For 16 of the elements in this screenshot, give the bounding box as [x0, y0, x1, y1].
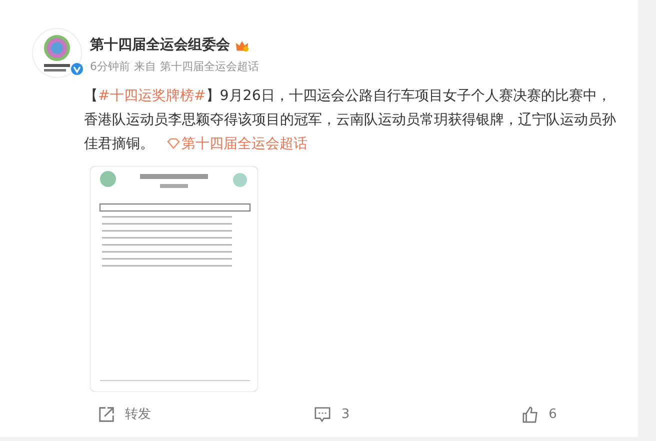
like-icon: [522, 406, 539, 422]
avatar-logo-icon[interactable]: [32, 28, 82, 78]
like-button[interactable]: 6: [522, 405, 557, 423]
topic-link[interactable]: #十四运奖牌榜#: [98, 88, 206, 104]
repost-button[interactable]: 转发: [98, 405, 151, 423]
super-topic-link[interactable]: 第十四届全运会超话: [166, 136, 308, 152]
crown-icon: [235, 38, 249, 52]
comment-icon: [314, 406, 332, 422]
source-label: 来自: [134, 59, 156, 74]
source-link[interactable]: 第十四届全运会超话: [160, 59, 259, 74]
diamond-icon: [166, 138, 180, 149]
post-time[interactable]: 6分钟前: [90, 59, 130, 74]
share-icon: [98, 406, 115, 422]
comment-button[interactable]: 3: [314, 405, 350, 423]
author-name[interactable]: 第十四届全运会组委会: [90, 36, 230, 54]
post-text: 【#十四运奖牌榜#】9月26日，十四运会公路自行车项目女子个人赛决赛的比赛中，香港队运动员李思颖夺得该项目的冠军，云南队运动员常玥获得银牌，辽宁队运动员孙佳君摘铜。 第十四届全运会超话: [84, 87, 617, 154]
